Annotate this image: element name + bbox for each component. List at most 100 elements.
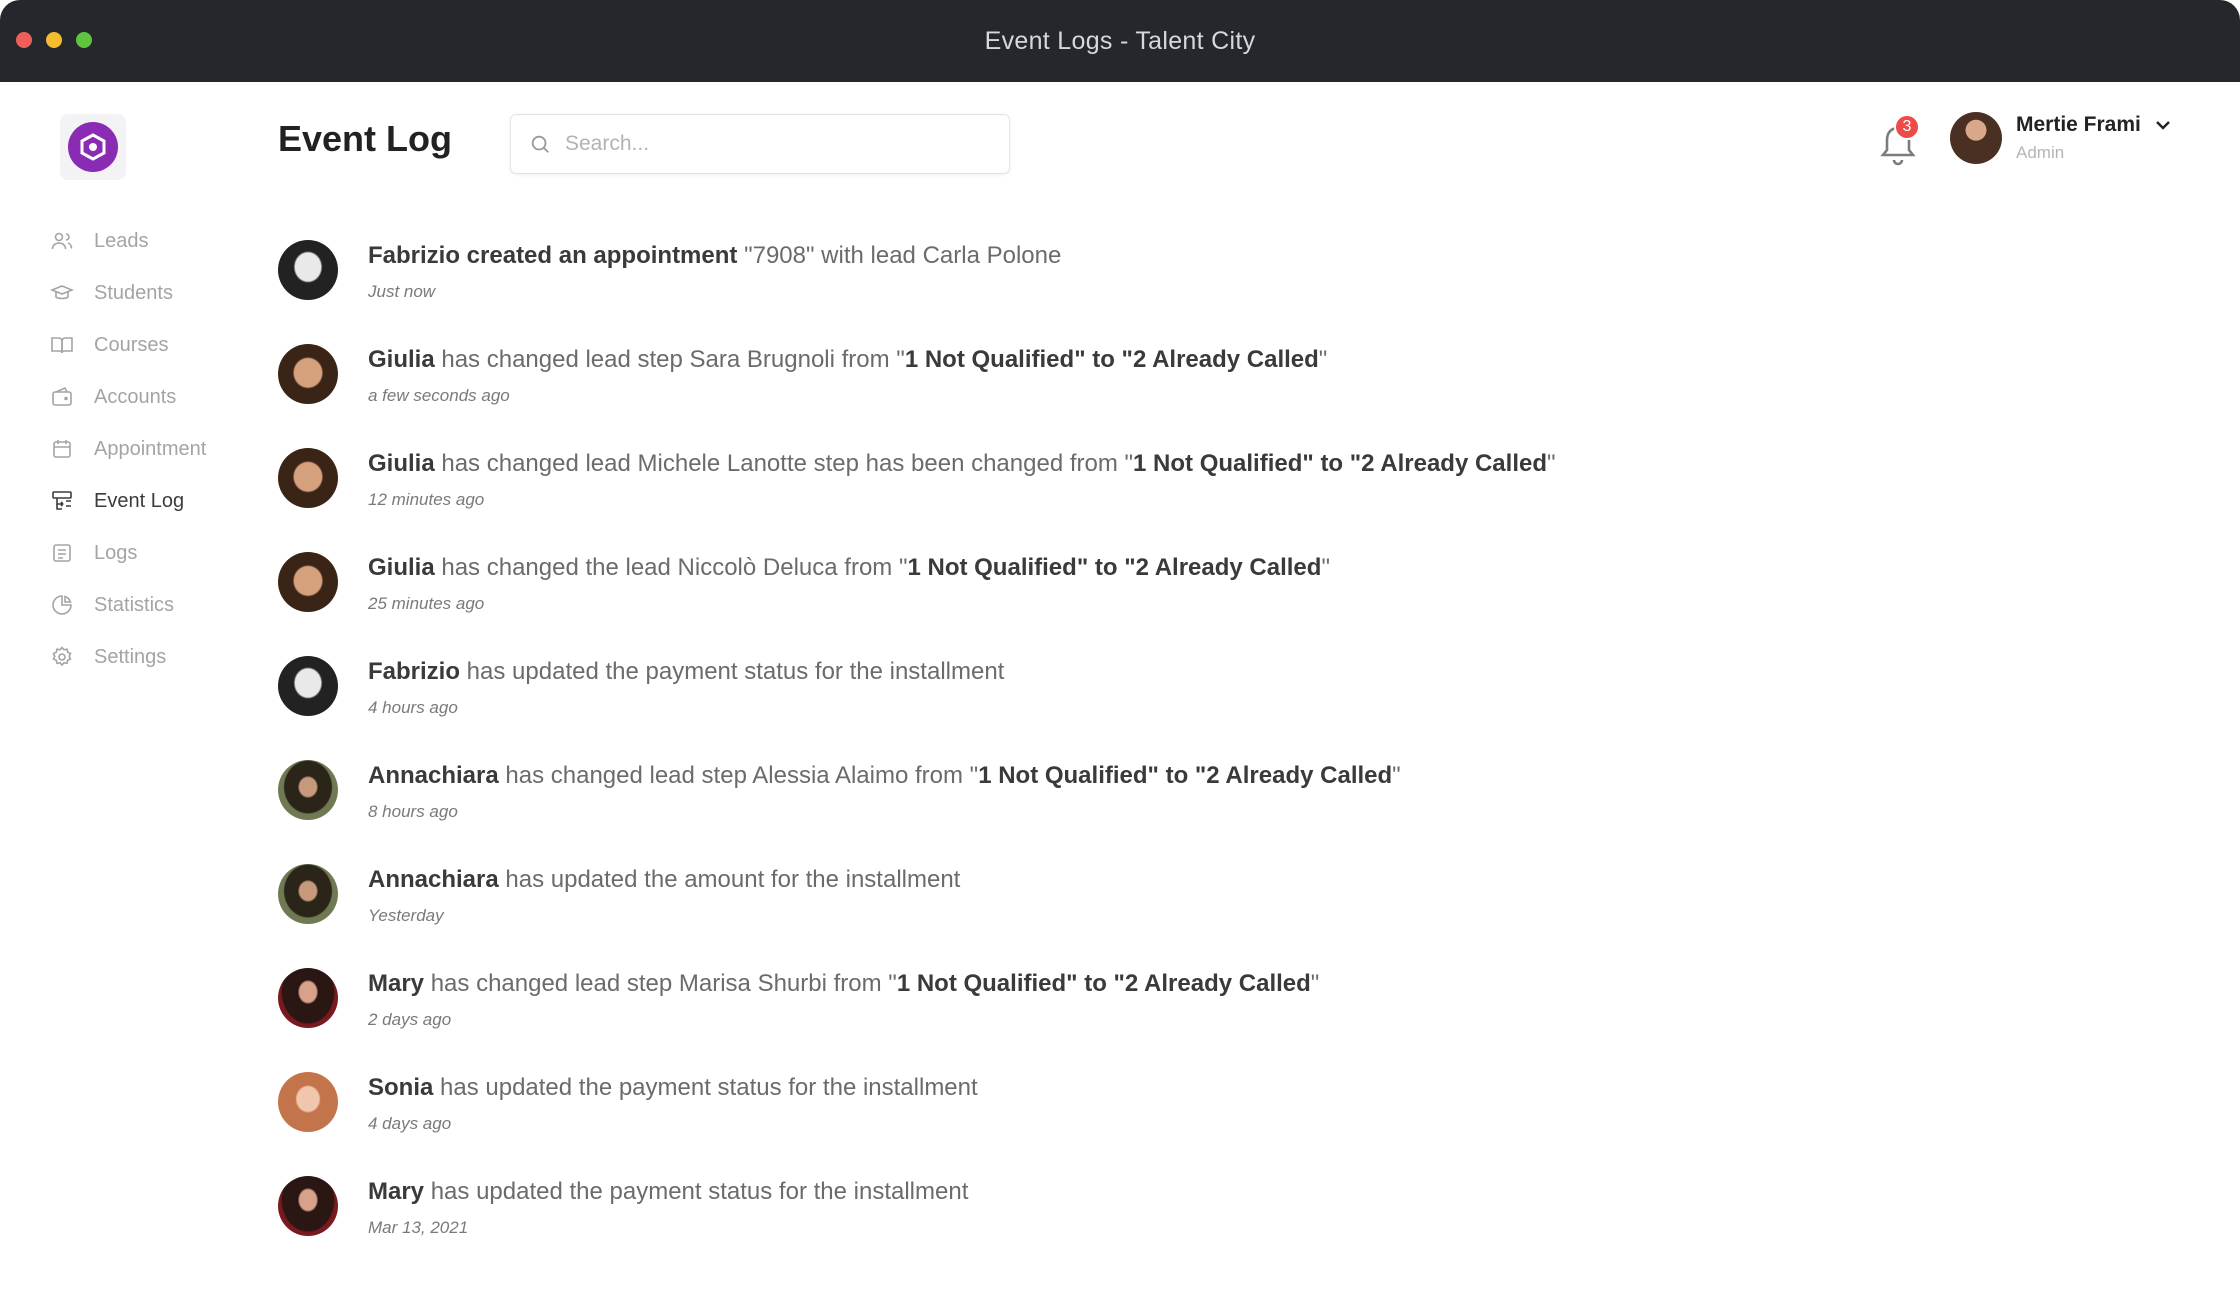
event-actor: Sonia [368,1074,434,1101]
event-action: has changed lead step Sara Brugnoli from… [434,346,905,373]
event-action: has changed lead Michele Lanotte step ha… [434,450,1134,477]
close-window-button[interactable] [16,32,32,48]
sidebar-item-appointment[interactable]: Appointment [50,423,206,475]
sidebar-item-statistics[interactable]: Statistics [50,579,206,631]
event-from: 1 Not Qualified [896,970,1067,997]
window-title: Event Logs - Talent City [984,26,1256,55]
sidebar-item-label: Appointment [94,437,207,460]
book-icon [51,337,73,354]
chevron-down-icon[interactable] [2155,119,2171,131]
event-to: 2 Already Called [1206,762,1393,789]
sidebar-item-logs[interactable]: Logs [50,527,206,579]
event-detail: "7908" with lead Carla Polone [737,242,1062,269]
avatar [278,1176,338,1236]
sidebar-item-label: Settings [94,645,167,668]
list-item: Giulia has changed the lead Niccolò Delu… [278,552,2078,656]
event-end: " [1392,762,1401,789]
sidebar-item-settings[interactable]: Settings [50,631,206,683]
event-to: 2 Already Called [1135,554,1322,581]
event-mid: " to " [1076,554,1136,581]
avatar [278,760,338,820]
event-time: 25 minutes ago [368,594,485,613]
traffic-lights [16,32,92,48]
app-logo[interactable] [60,114,126,180]
event-actor: Annachiara [368,866,499,893]
event-end: " [1321,554,1330,581]
event-actor: Annachiara [368,762,499,789]
event-time: 8 hours ago [368,802,458,821]
list-item: Mary has updated the payment status for … [278,1176,2078,1280]
list-item: Annachiara has updated the amount for th… [278,864,2078,968]
minimize-window-button[interactable] [46,32,62,48]
list-item: Giulia has changed lead Michele Lanotte … [278,448,2078,552]
event-to: 2 Already Called [1124,970,1311,997]
sidebar-item-label: Leads [94,229,149,252]
event-text: Fabrizio has updated the payment status … [368,658,1004,686]
avatar [278,656,338,716]
sidebar-item-label: Event Log [94,489,185,512]
search-input[interactable] [565,132,985,156]
avatar [278,344,338,404]
search-box[interactable] [510,114,1010,174]
window-titlebar: Event Logs - Talent City [0,0,2240,82]
event-action: has changed lead step Alessia Alaimo fro… [498,762,979,789]
event-action: has updated the payment status for the i… [460,658,1005,685]
event-action: has updated the amount for the installme… [498,866,961,893]
list-icon [53,544,71,562]
page-title: Event Log [278,118,453,159]
list-item: Fabrizio created an appointment "7908" w… [278,240,2078,344]
logo-icon [68,122,118,172]
event-text: Mary has updated the payment status for … [368,1178,968,1206]
event-actor: Giulia [368,554,435,581]
wallet-icon [52,386,72,406]
avatar [278,968,338,1028]
avatar [1950,112,2002,164]
event-action: created an appointment [460,242,738,269]
sidebar-item-event-log[interactable]: Event Log [50,475,206,527]
event-from: 1 Not Qualified [1133,450,1303,477]
event-end: " [1547,450,1556,477]
sidebar-item-accounts[interactable]: Accounts [50,371,206,423]
user-name-row: Mertie Frami [2016,113,2171,137]
event-text: Giulia has changed the lead Niccolò Delu… [368,554,1330,582]
sidebar-item-courses[interactable]: Courses [50,319,206,371]
calendar-icon [53,440,71,458]
list-item: Giulia has changed lead step Sara Brugno… [278,344,2078,448]
event-end: " [1310,970,1320,997]
event-to: 2 Already Called [1132,346,1319,373]
event-mid: " to " [1302,450,1362,477]
graduation-cap-icon [50,285,74,300]
event-mid: " to " [1074,346,1133,373]
sidebar-item-leads[interactable]: Leads [50,215,206,267]
event-actor: Fabrizio [368,658,461,685]
user-role: Admin [2016,143,2065,162]
user-menu[interactable]: Mertie Frami Admin [1950,112,2171,164]
list-item: Sonia has updated the payment status for… [278,1072,2078,1176]
list-item: Annachiara has changed lead step Alessia… [278,760,2078,864]
event-time: Yesterday [368,906,444,925]
users-icon [51,232,73,250]
user-info: Mertie Frami Admin [2016,113,2171,163]
event-action: has changed lead step Marisa Shurbi from… [424,970,897,997]
event-mid: " to " [1147,762,1207,789]
event-from: 1 Not Qualified [978,762,1148,789]
event-time: 12 minutes ago [368,490,485,509]
event-action: has changed the lead Niccolò Deluca from… [434,554,908,581]
event-text: Annachiara has changed lead step Alessia… [368,762,1401,790]
list-item: Mary has changed lead step Marisa Shurbi… [278,968,2078,1072]
event-to: 2 Already Called [1361,450,1547,477]
event-from: 1 Not Qualified [907,554,1077,581]
event-actor: Fabrizio [368,242,461,269]
avatar [278,1072,338,1132]
avatar [278,864,338,924]
event-time: Just now [368,282,436,301]
event-from: 1 Not Qualified [904,346,1075,373]
event-time: 4 days ago [368,1114,452,1133]
event-time: Mar 13, 2021 [368,1218,469,1237]
sidebar: Leads Students Courses Accounts Appointm… [0,82,240,1294]
avatar [278,240,338,300]
sidebar-item-students[interactable]: Students [50,267,206,319]
maximize-window-button[interactable] [76,32,92,48]
event-text: Annachiara has updated the amount for th… [368,866,960,894]
event-text: Mary has changed lead step Marisa Shurbi… [368,970,1319,998]
